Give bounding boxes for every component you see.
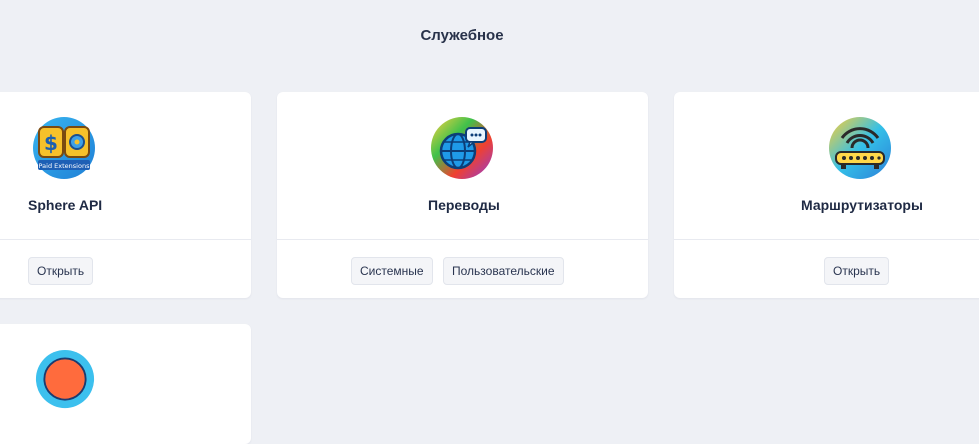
section-title: Служебное <box>420 27 504 44</box>
card-title: Sphere API <box>28 197 103 213</box>
card-translations: Переводы Системные Пользовательские <box>277 92 648 298</box>
icon-caption: Paid Extensions <box>39 162 91 170</box>
card-header: Маршрутизаторы <box>674 92 979 240</box>
card-actions: Открыть <box>0 257 251 285</box>
system-translations-button[interactable]: Системные <box>351 257 433 285</box>
card-routers: Маршрутизаторы Открыть <box>674 92 979 298</box>
open-button[interactable]: Открыть <box>28 257 94 285</box>
open-button[interactable]: Открыть <box>824 257 890 285</box>
card-title: Маршрутизаторы <box>801 197 923 213</box>
user-translations-button[interactable]: Пользовательские <box>443 257 564 285</box>
svg-text:$: $ <box>44 131 58 155</box>
card-header: $ Paid Extensions Sphere API <box>0 92 251 240</box>
card-actions: Открыть <box>674 257 979 285</box>
app-icon <box>35 349 95 409</box>
card-header: Переводы <box>277 92 648 240</box>
globe-chat-icon <box>431 117 493 179</box>
card-title: Переводы <box>428 197 500 213</box>
paid-extensions-icon: $ Paid Extensions <box>33 117 95 179</box>
card-actions: Системные Пользовательские <box>277 257 648 285</box>
card-sphere-api: $ Paid Extensions Sphere API Открыть <box>0 92 251 298</box>
card-partial <box>0 324 251 444</box>
router-icon <box>829 117 891 179</box>
